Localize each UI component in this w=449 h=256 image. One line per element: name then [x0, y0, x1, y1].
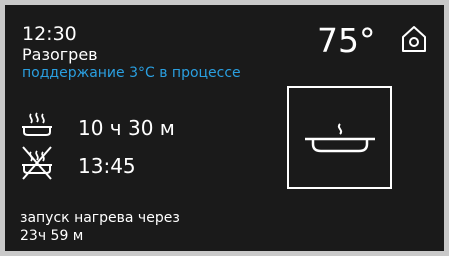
steaming-pan-icon [20, 110, 54, 140]
hold-status: поддержание 3°C в процессе [22, 65, 241, 81]
delay-start-label: запуск нагрева через [20, 210, 180, 226]
home-icon[interactable] [400, 24, 428, 54]
end-time[interactable]: 13:45 [78, 153, 136, 179]
temperature-display[interactable]: 75° [317, 21, 376, 61]
crossed-steaming-pan-icon [20, 144, 54, 182]
program-preview-tile[interactable] [287, 86, 392, 189]
oven-display: 12:30 Разогрев поддержание 3°C в процесс… [5, 5, 444, 251]
delay-start-value[interactable]: 23ч 59 м [20, 227, 83, 245]
steaming-pan-icon [305, 123, 375, 153]
mode-label: Разогрев [22, 45, 98, 64]
clock-time: 12:30 [22, 23, 77, 45]
cook-duration[interactable]: 10 ч 30 м [78, 115, 175, 141]
